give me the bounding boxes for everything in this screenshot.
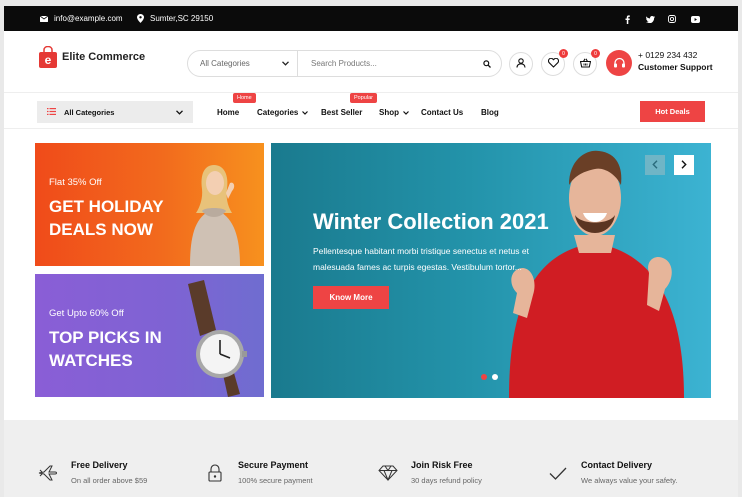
hot-deals-button[interactable]: Hot Deals bbox=[640, 101, 705, 122]
address-contact: Sumter,SC 29150 bbox=[137, 14, 213, 23]
nav-item-home[interactable]: Home bbox=[217, 108, 239, 117]
category-select[interactable]: All Categories bbox=[188, 51, 298, 76]
logo-text: Elite Commerce bbox=[62, 51, 146, 63]
cart-count-badge: 0 bbox=[591, 49, 600, 58]
lock-icon bbox=[204, 462, 226, 484]
shopping-bag-logo-icon: e bbox=[38, 45, 58, 68]
hero-description: Pellentesque habitant morbi tristique se… bbox=[313, 246, 529, 272]
hero-title: Winter Collection 2021 bbox=[313, 209, 549, 234]
wishlist-count-badge: 0 bbox=[559, 49, 568, 58]
page: info@example.com Sumter,SC 29150 e Elite… bbox=[4, 6, 738, 497]
cart-button[interactable]: 0 bbox=[573, 49, 600, 76]
slider-next-button[interactable] bbox=[674, 155, 694, 175]
slider-dot-1[interactable] bbox=[481, 374, 487, 380]
promo-banner-watches[interactable]: Get Upto 60% Off TOP PICKS IN WATCHES bbox=[35, 274, 264, 397]
promo-discount: Flat 35% Off bbox=[49, 177, 102, 188]
plane-icon bbox=[37, 462, 59, 484]
nav-item-blog[interactable]: Blog bbox=[481, 108, 499, 117]
nav-item-label: Blog bbox=[481, 108, 499, 117]
chevron-left-icon bbox=[652, 156, 658, 174]
instagram-icon[interactable] bbox=[666, 13, 678, 25]
check-icon bbox=[547, 462, 569, 484]
facebook-icon[interactable] bbox=[621, 13, 633, 25]
feature-contact-delivery: Contact Delivery We always value your sa… bbox=[547, 460, 677, 485]
promo-banner-holiday[interactable]: Flat 35% Off GET HOLIDAY DEALS NOW bbox=[35, 143, 264, 266]
main-nav: All Categories Home Home Categories Popu… bbox=[4, 92, 738, 129]
nav-pill-home: Home bbox=[233, 93, 256, 103]
chevron-down-icon bbox=[302, 108, 309, 117]
site-logo[interactable]: e Elite Commerce bbox=[38, 45, 146, 68]
support-label: Customer Support bbox=[638, 62, 713, 72]
nav-pill-popular: Popular bbox=[350, 93, 377, 103]
know-more-button[interactable]: Know More bbox=[313, 286, 389, 309]
chevron-right-icon bbox=[681, 156, 687, 174]
slider-prev-button[interactable] bbox=[645, 155, 665, 175]
search-icon bbox=[483, 55, 491, 73]
address-text: Sumter,SC 29150 bbox=[150, 14, 214, 23]
logo-letter: e bbox=[45, 53, 52, 67]
woman-model-image bbox=[190, 165, 240, 266]
list-icon bbox=[47, 107, 56, 117]
feature-subtitle: On all order above $59 bbox=[71, 476, 148, 485]
nav-item-categories[interactable]: Categories bbox=[257, 108, 309, 117]
chevron-down-icon bbox=[403, 108, 409, 117]
email-contact[interactable]: info@example.com bbox=[40, 14, 123, 23]
diamond-icon bbox=[377, 462, 399, 484]
headset-icon[interactable] bbox=[606, 50, 632, 76]
youtube-icon[interactable] bbox=[689, 13, 701, 25]
wristwatch-image bbox=[188, 280, 247, 397]
nav-item-best-seller[interactable]: Best Seller bbox=[321, 108, 362, 117]
account-button[interactable] bbox=[509, 52, 533, 76]
email-text: info@example.com bbox=[54, 14, 123, 23]
feature-title: Join Risk Free bbox=[411, 460, 473, 470]
nav-item-label: Best Seller bbox=[321, 108, 363, 117]
top-bar: info@example.com Sumter,SC 29150 bbox=[4, 6, 738, 31]
location-pin-icon bbox=[137, 14, 144, 23]
heart-icon bbox=[547, 55, 559, 73]
all-categories-label: All Categories bbox=[64, 107, 115, 117]
chevron-down-icon bbox=[176, 108, 183, 117]
wishlist-button[interactable]: 0 bbox=[541, 49, 568, 76]
envelope-icon bbox=[40, 15, 48, 22]
feature-secure-payment: Secure Payment 100% secure payment bbox=[204, 460, 313, 485]
all-categories-dropdown[interactable]: All Categories bbox=[37, 101, 193, 123]
promo-headline: TOP PICKS IN WATCHES bbox=[49, 328, 162, 370]
customer-support: + 0129 234 432 Customer Support bbox=[638, 49, 713, 73]
search-input[interactable]: Search Products... bbox=[298, 59, 475, 68]
features-strip: Free Delivery On all order above $59 Sec… bbox=[4, 420, 738, 497]
nav-item-shop[interactable]: Shop bbox=[379, 108, 409, 117]
support-phone[interactable]: + 0129 234 432 bbox=[638, 49, 713, 61]
feature-subtitle: We always value your safety. bbox=[581, 476, 678, 485]
nav-item-label: Home bbox=[217, 108, 240, 117]
nav-item-label: Categories bbox=[257, 108, 299, 117]
hero-slider: Winter Collection 2021 Pellentesque habi… bbox=[271, 143, 711, 398]
feature-title: Free Delivery bbox=[71, 460, 128, 470]
twitter-icon[interactable] bbox=[644, 13, 656, 25]
category-select-value: All Categories bbox=[200, 59, 250, 68]
promo-headline: GET HOLIDAY DEALS NOW bbox=[49, 197, 164, 239]
feature-join-risk-free: Join Risk Free 30 days refund policy bbox=[377, 460, 482, 485]
search-bar: All Categories Search Products... bbox=[187, 50, 502, 77]
feature-subtitle: 30 days refund policy bbox=[411, 476, 482, 485]
feature-title: Contact Delivery bbox=[581, 460, 653, 470]
promo-discount: Get Upto 60% Off bbox=[49, 308, 124, 319]
search-button[interactable] bbox=[475, 52, 499, 76]
user-icon bbox=[516, 55, 526, 73]
feature-subtitle: 100% secure payment bbox=[238, 476, 313, 485]
slider-dot-2[interactable] bbox=[492, 374, 498, 380]
feature-title: Secure Payment bbox=[238, 460, 309, 470]
basket-icon bbox=[579, 55, 591, 73]
chevron-down-icon bbox=[282, 59, 289, 68]
nav-item-label: Shop bbox=[379, 108, 399, 117]
nav-item-label: Contact Us bbox=[421, 108, 464, 117]
nav-item-contact-us[interactable]: Contact Us bbox=[421, 108, 463, 117]
feature-free-delivery: Free Delivery On all order above $59 bbox=[37, 460, 147, 485]
